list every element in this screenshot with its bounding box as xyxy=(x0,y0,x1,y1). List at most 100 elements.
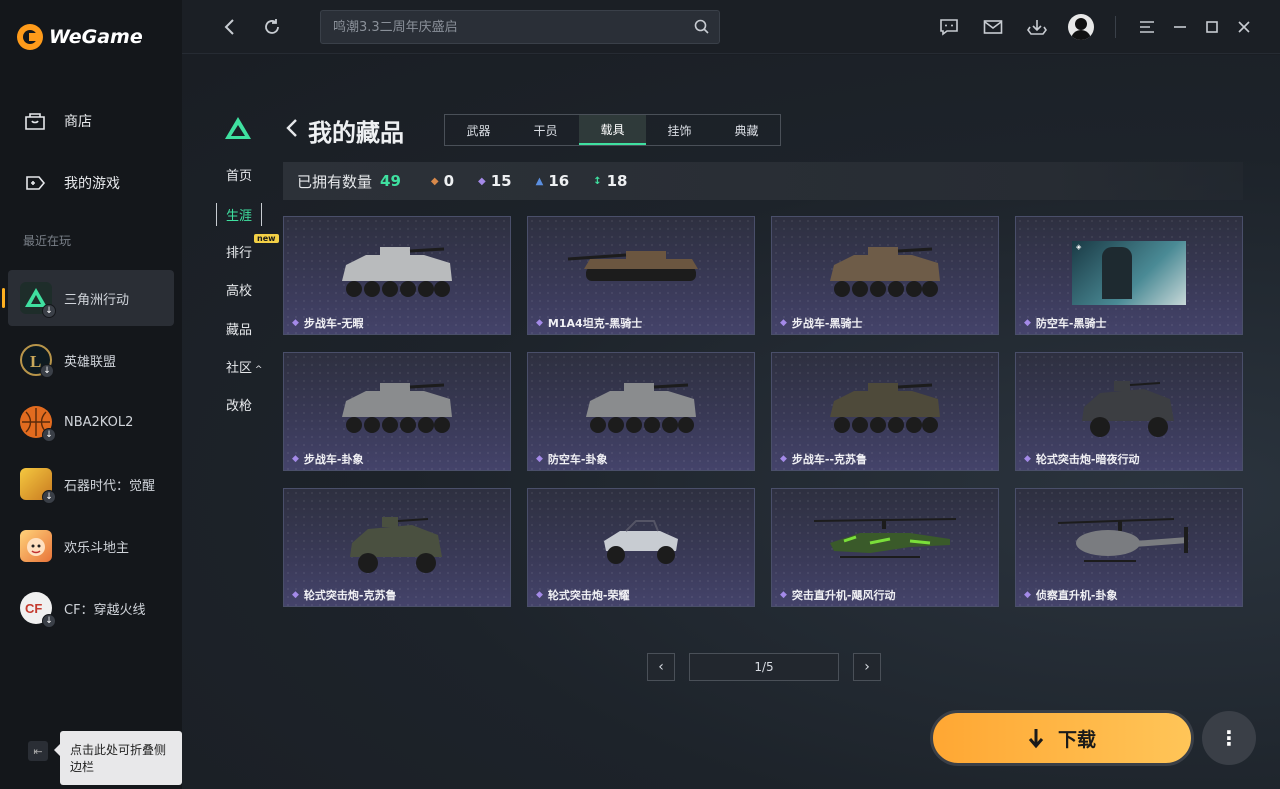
game-label: CF：穿越火线 xyxy=(64,602,146,618)
tab-treasures[interactable]: 典藏 xyxy=(713,115,780,145)
page-indicator: 1/5 xyxy=(689,653,839,681)
vehicle-card[interactable]: ◆ 突击直升机-飓风行动 xyxy=(771,488,999,607)
vehicle-card[interactable]: ◆ 步战车-黑骑士 xyxy=(771,216,999,335)
subnav-gunsmith[interactable]: 改枪 xyxy=(226,395,252,414)
vehicle-image xyxy=(566,241,716,295)
vehicle-image xyxy=(820,377,950,447)
game-lol[interactable]: L ↓ 英雄联盟 xyxy=(8,332,174,388)
download-button[interactable]: 下载 xyxy=(930,710,1194,766)
search-icon[interactable] xyxy=(694,19,709,38)
maximize-icon[interactable] xyxy=(1199,14,1225,40)
game-label: 欢乐斗地主 xyxy=(64,540,130,556)
main-content: 首页 生涯 排行 高校 藏品 社区 ^ 改枪 new 我的藏品 武器 干员 载具… xyxy=(182,55,1280,789)
vehicle-card[interactable]: ◆ 步战车-卦象 xyxy=(283,352,511,471)
nav-my-games[interactable]: 我的游戏 xyxy=(22,172,120,194)
download-badge-icon: ↓ xyxy=(42,428,56,442)
back-chevron-icon[interactable] xyxy=(286,118,298,144)
vehicle-card[interactable]: ◆ M1A4坦克-黑骑士 xyxy=(527,216,755,335)
refresh-icon[interactable] xyxy=(259,14,285,40)
game-label: 英雄联盟 xyxy=(64,354,117,370)
subnav-career[interactable]: 生涯 xyxy=(216,203,263,226)
vehicle-name: ◆ 步战车--克苏鲁 xyxy=(780,451,867,467)
prev-page-icon[interactable]: ‹ xyxy=(647,653,675,681)
mail-icon[interactable] xyxy=(980,14,1006,40)
vehicle-image xyxy=(342,513,452,583)
vehicle-card[interactable]: ◆ 轮式突击炮-克苏鲁 xyxy=(283,488,511,607)
subnav-community-label: 社区 xyxy=(226,361,253,376)
tab-charms[interactable]: 挂饰 xyxy=(646,115,713,145)
vehicle-name-label: 轮式突击炮-暗夜行动 xyxy=(1035,453,1140,466)
vehicle-name-label: 防空车-黑骑士 xyxy=(1035,317,1107,330)
search-box xyxy=(320,10,720,44)
rarity-gem-icon: ◆ xyxy=(292,318,299,328)
vehicle-card[interactable]: ◆ 步战车-无暇 xyxy=(283,216,511,335)
vehicle-image xyxy=(810,513,960,573)
subnav-community[interactable]: 社区 ^ xyxy=(226,357,262,376)
nav-store[interactable]: 商店 xyxy=(22,110,92,132)
vehicle-card[interactable]: ◆ 轮式突击炮-暗夜行动 xyxy=(1015,352,1243,471)
close-icon[interactable] xyxy=(1231,14,1257,40)
vehicle-name: ◆ 轮式突击炮-暗夜行动 xyxy=(1024,451,1140,467)
download-manager-icon[interactable] xyxy=(1024,14,1050,40)
vehicle-name-label: 步战车-卦象 xyxy=(303,453,364,466)
divider xyxy=(1115,16,1116,38)
download-badge-icon: ↓ xyxy=(40,364,54,378)
owned-count-label: 已拥有数量 xyxy=(297,172,373,191)
vehicle-name: ◆ 步战车-无暇 xyxy=(292,315,364,331)
download-badge-icon: ↓ xyxy=(42,304,56,318)
vehicle-name: ◆ 侦察直升机-卦象 xyxy=(1024,587,1118,603)
rarity-gem-icon: ◆ xyxy=(780,454,787,464)
vehicle-name-label: 防空车-卦象 xyxy=(547,453,608,466)
subnav-college[interactable]: 高校 xyxy=(226,280,252,299)
vehicle-card[interactable]: ◆ 防空车-卦象 xyxy=(527,352,755,471)
vehicle-image xyxy=(576,377,706,447)
store-icon xyxy=(22,110,48,132)
tab-operators[interactable]: 干员 xyxy=(512,115,579,145)
vehicle-image xyxy=(820,241,950,311)
collapse-sidebar-icon[interactable]: ⇤ xyxy=(28,741,48,761)
chat-icon[interactable] xyxy=(936,14,962,40)
vehicle-name: ◆ 突击直升机-飓风行动 xyxy=(780,587,896,603)
vehicle-card[interactable]: ◆ 轮式突击炮-荣耀 xyxy=(527,488,755,607)
svg-text:CF: CF xyxy=(25,601,42,616)
wegame-logo[interactable]: WeGame xyxy=(17,24,143,50)
nav-my-games-label: 我的游戏 xyxy=(64,176,120,192)
subnav-ranking[interactable]: 排行 xyxy=(226,242,252,261)
rarity-count: ↕ 18 xyxy=(593,172,627,190)
vehicle-card[interactable]: ◆ 步战车--克苏鲁 xyxy=(771,352,999,471)
back-icon[interactable] xyxy=(216,14,242,40)
game-label: 三角洲行动 xyxy=(64,292,130,308)
rarity-gem-icon: ◆ xyxy=(1024,454,1031,464)
tab-weapons[interactable]: 武器 xyxy=(445,115,512,145)
vehicle-card[interactable]: ◆ 侦察直升机-卦象 xyxy=(1015,488,1243,607)
page-header: 我的藏品 xyxy=(286,113,404,148)
doudizhu-icon xyxy=(20,530,52,562)
subnav-collection[interactable]: 藏品 xyxy=(226,319,252,338)
game-crossfire[interactable]: CF ↓ CF：穿越火线 xyxy=(8,580,174,636)
rarity-gem-icon: ◆ xyxy=(1024,590,1031,600)
vehicle-name-label: 侦察直升机-卦象 xyxy=(1035,589,1118,602)
rarity-gem-icon: ◆ xyxy=(780,318,787,328)
game-nba2kol2[interactable]: ↓ NBA2KOL2 xyxy=(8,394,174,450)
vehicle-card[interactable]: ◈ ◆ 防空车-黑骑士 xyxy=(1015,216,1243,335)
vehicle-name-label: 轮式突击炮-荣耀 xyxy=(547,589,630,602)
game-stone-age[interactable]: ↓ 石器时代：觉醒 xyxy=(8,456,174,512)
subnav-home[interactable]: 首页 xyxy=(226,165,252,184)
game-delta-force[interactable]: ↓ 三角洲行动 xyxy=(2,270,174,326)
search-input[interactable] xyxy=(321,11,681,43)
menu-icon[interactable] xyxy=(1134,14,1160,40)
more-options-icon[interactable]: ⋮ xyxy=(1202,711,1256,765)
rarity-gem-icon: ◆ xyxy=(292,590,299,600)
vehicle-name: ◆ 步战车-卦象 xyxy=(292,451,364,467)
rarity-gem-icon: ◆ xyxy=(780,590,787,600)
lol-icon: L ↓ xyxy=(20,344,54,378)
rarity-count: ◆ 0 xyxy=(431,172,454,190)
rarity-gem-icon: ◆ xyxy=(536,454,543,464)
user-avatar[interactable] xyxy=(1068,14,1094,40)
tab-vehicles[interactable]: 载具 xyxy=(579,115,646,145)
rarity-value: 18 xyxy=(606,172,628,190)
next-page-icon[interactable]: › xyxy=(853,653,881,681)
game-doudizhu[interactable]: 欢乐斗地主 xyxy=(8,518,174,574)
minimize-icon[interactable] xyxy=(1167,14,1193,40)
gamepad-icon xyxy=(22,172,48,194)
